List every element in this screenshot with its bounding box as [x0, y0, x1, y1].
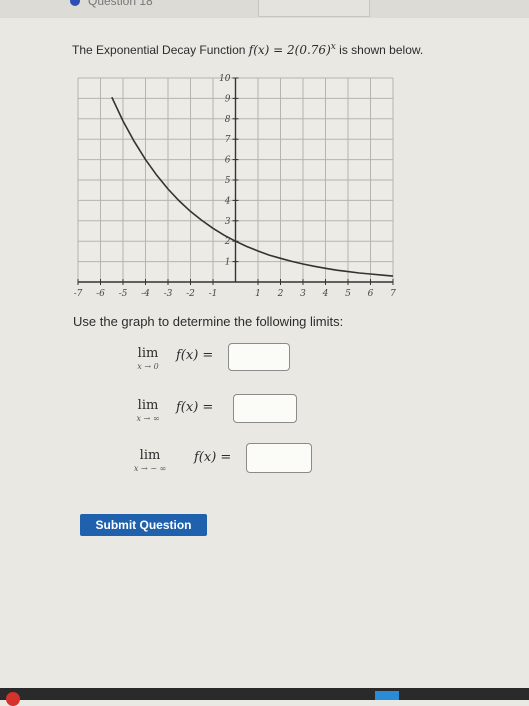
submit-question-button[interactable]: Submit Question [80, 514, 207, 536]
y-tick-label: 7 [225, 135, 231, 145]
lim-word: lim [137, 346, 159, 361]
x-tick-label: -6 [96, 289, 105, 299]
lim-word: lim [139, 448, 161, 463]
x-tick-label: 2 [277, 289, 284, 299]
limit-expression: f(x) = [176, 348, 214, 363]
x-tick-label: -7 [74, 289, 83, 299]
y-tick-label: 8 [225, 115, 231, 125]
lim-subscript: x → − ∞ [133, 464, 167, 473]
function-name: f(x) [248, 43, 270, 57]
instructions: Use the graph to determine the following… [73, 314, 344, 329]
graph-svg: -7 -6 -5 -4 -3 -2 -1 1 2 3 4 5 6 712345678910 [74, 74, 397, 299]
question-status-dot [70, 0, 80, 6]
top-bar: Question 18 [0, 0, 529, 18]
app-icon[interactable] [375, 691, 399, 700]
x-tick-label: -3 [164, 289, 173, 299]
x-tick-label: 7 [390, 289, 396, 299]
limit-operator: lim x → 0 [120, 346, 176, 371]
app-icon[interactable] [6, 692, 20, 706]
y-tick-label: 4 [224, 196, 231, 206]
limit-operator: lim x → − ∞ [122, 448, 178, 473]
x-tick-label: 1 [255, 289, 261, 299]
x-tick-label: 6 [368, 289, 374, 299]
limit-expression: f(x) = [176, 400, 214, 415]
bottom-taskbar [0, 688, 529, 706]
y-tick-label: 1 [225, 258, 231, 268]
limit-expression: f(x) = [194, 450, 232, 465]
limit-answer-input-2[interactable] [233, 394, 297, 423]
lim-word: lim [137, 398, 159, 413]
limit-operator: lim x → ∞ [120, 398, 176, 423]
x-tick-label: -1 [209, 289, 218, 299]
y-tick-label: 10 [219, 74, 231, 84]
y-tick-label: 6 [225, 156, 231, 166]
tab-box[interactable] [258, 0, 370, 17]
question-text: The Exponential Decay Function f(x) = 2(… [72, 42, 423, 57]
question-prefix: The Exponential Decay Function [72, 43, 249, 57]
limit-answer-input-1[interactable] [228, 343, 290, 371]
decay-graph: -7 -6 -5 -4 -3 -2 -1 1 2 3 4 5 6 7 1 2 3 4 5 6 7 8 9 10 [68, 72, 403, 307]
y-tick-label: 9 [225, 94, 231, 104]
y-tick-label: 5 [225, 176, 231, 186]
question-suffix: is shown below. [335, 43, 424, 57]
x-tick-label: -5 [119, 289, 128, 299]
x-tick-label: 3 [300, 289, 306, 299]
limit-answer-input-3[interactable] [246, 443, 312, 473]
x-tick-label: 4 [322, 289, 329, 299]
equals-sign: = [269, 43, 288, 57]
lim-subscript: x → ∞ [136, 414, 160, 423]
x-tick-label: -4 [141, 289, 150, 299]
x-tick-label: -2 [186, 289, 195, 299]
question-tab-label[interactable]: Question 18 [88, 0, 153, 8]
x-tick-label: 5 [345, 289, 351, 299]
lim-subscript: x → 0 [137, 362, 159, 371]
function-base: 2(0.76) [287, 43, 331, 57]
y-tick-label: 3 [225, 217, 231, 227]
